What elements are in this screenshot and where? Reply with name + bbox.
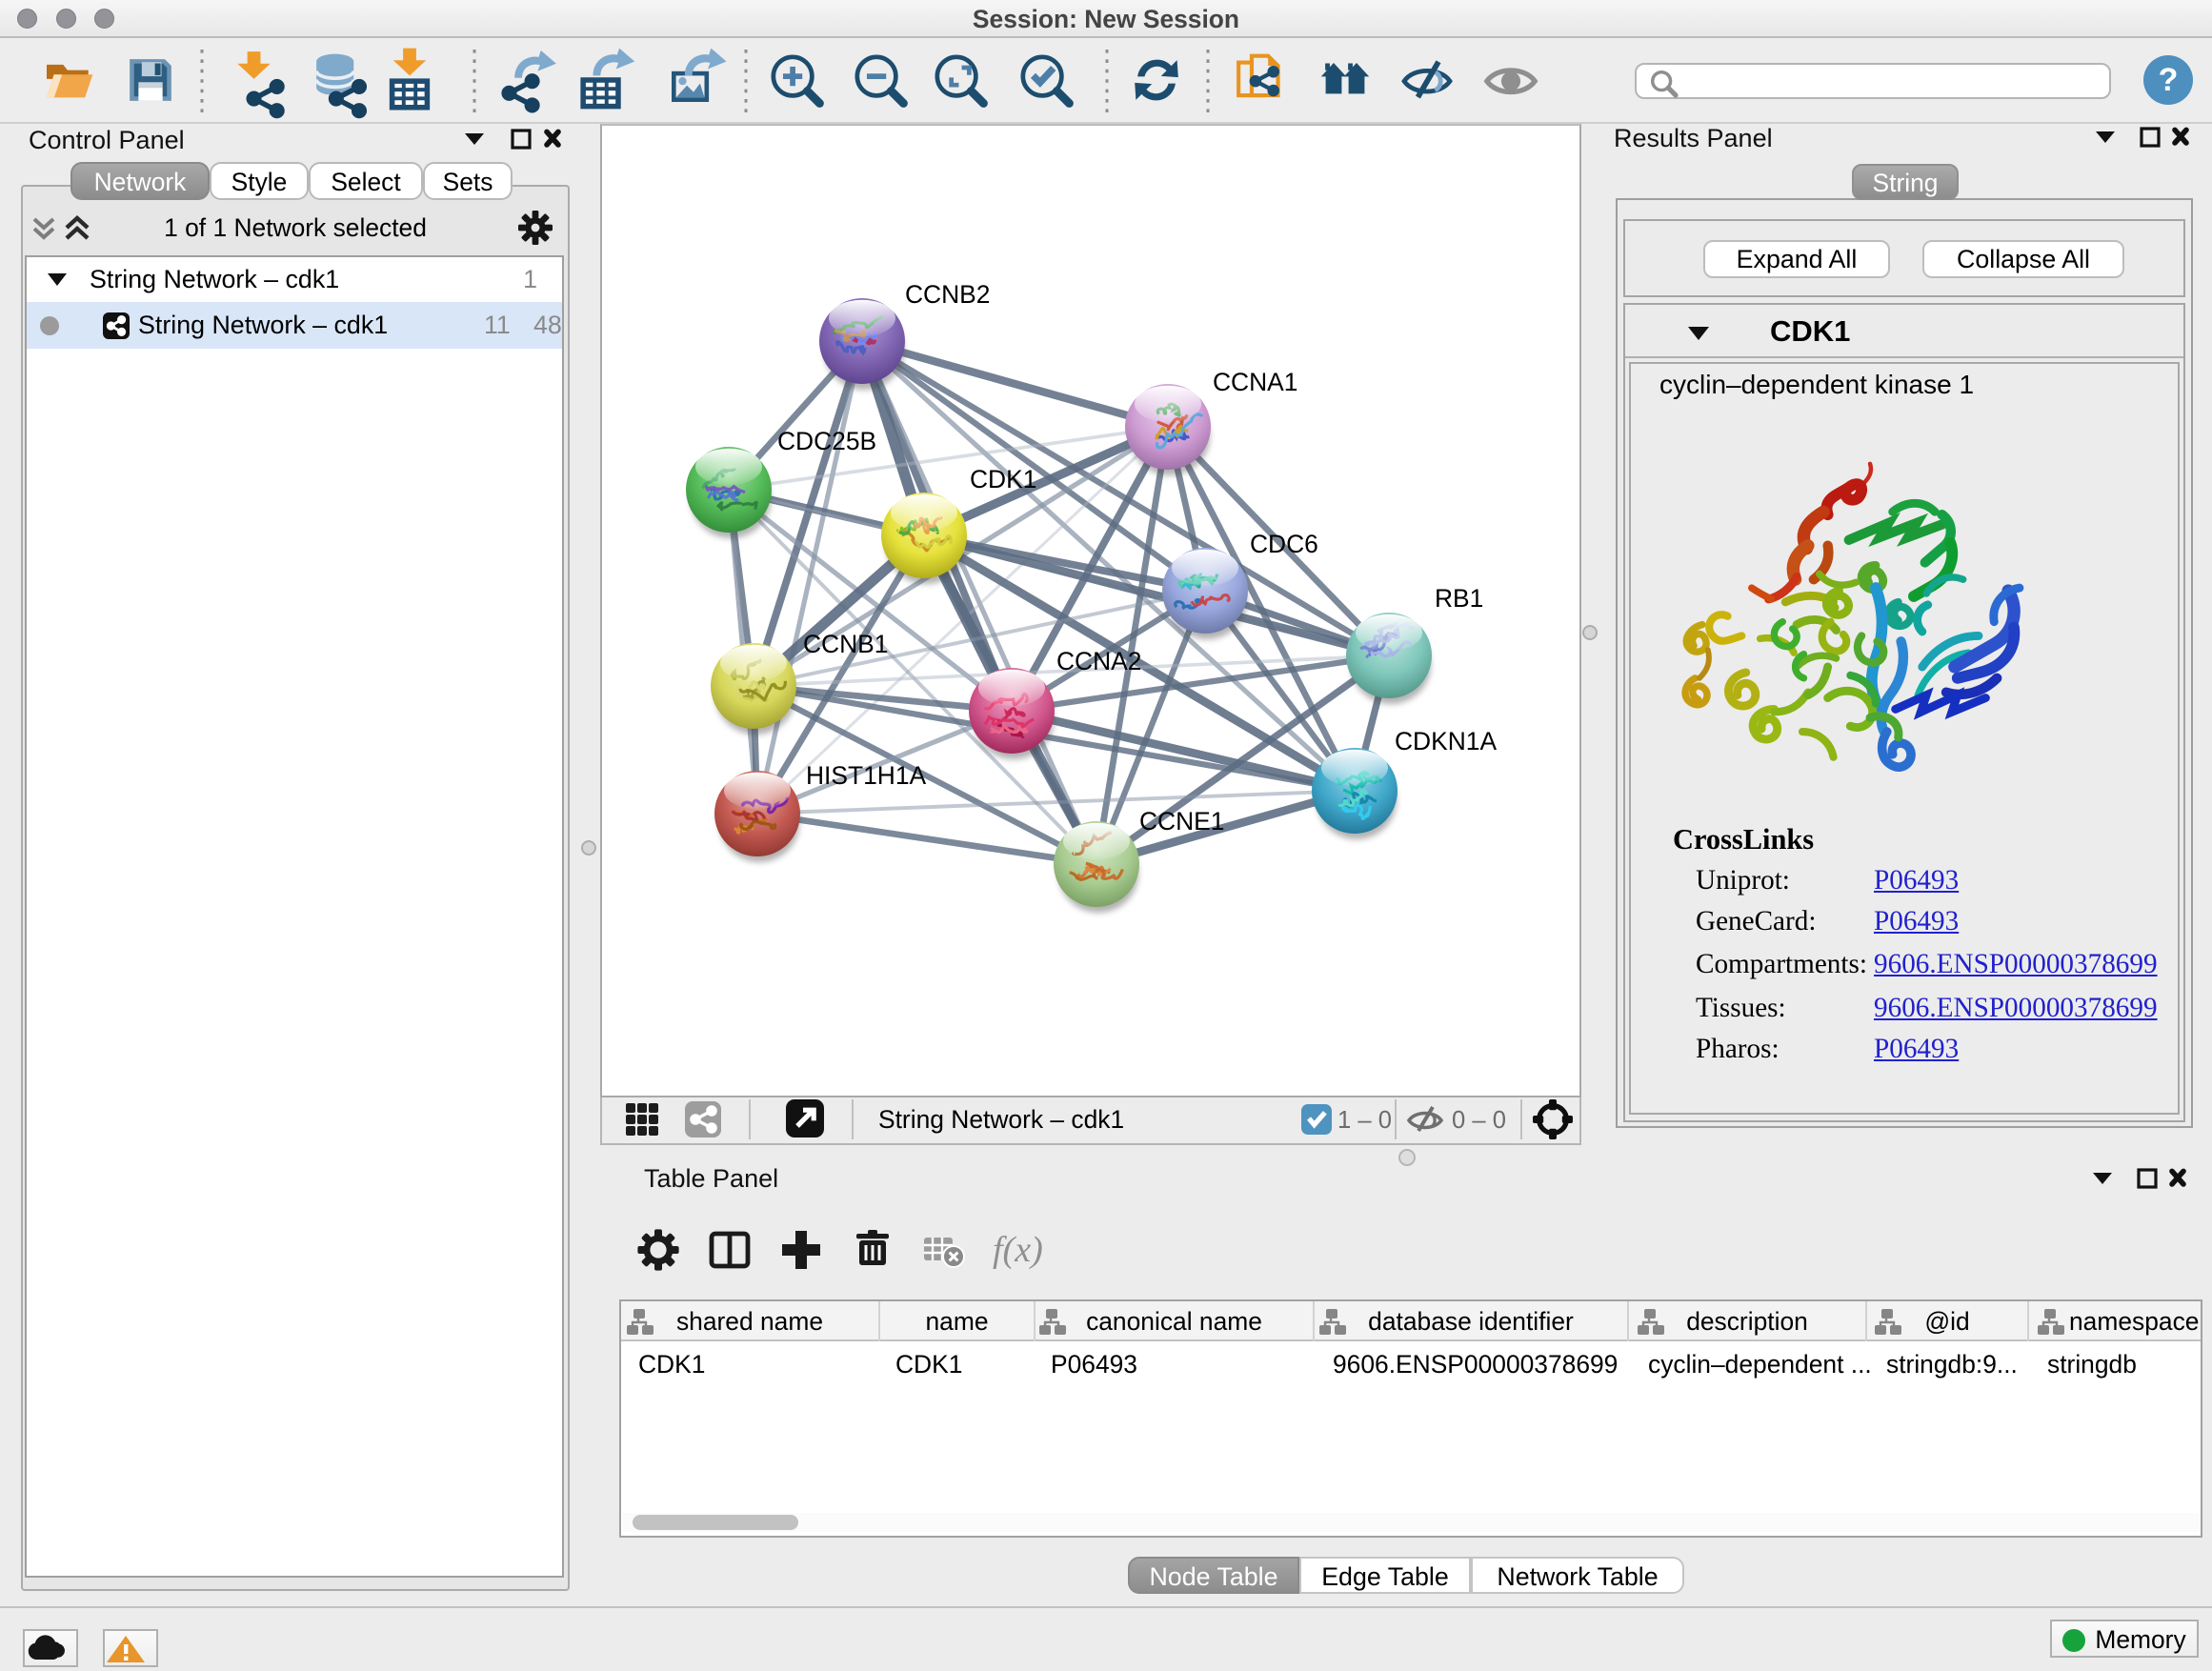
svg-text:CDC6: CDC6 — [1250, 530, 1318, 558]
svg-text:CCNB2: CCNB2 — [905, 280, 990, 309]
svg-text:1 – 0: 1 – 0 — [1337, 1107, 1392, 1134]
svg-text:CCNE1: CCNE1 — [1139, 807, 1224, 836]
svg-text:CDKN1A: CDKN1A — [1395, 727, 1497, 755]
svg-text:RB1: RB1 — [1435, 584, 1483, 613]
svg-text:HIST1H1A: HIST1H1A — [806, 761, 927, 790]
svg-text:CCNB1: CCNB1 — [803, 630, 888, 658]
svg-text:f(x): f(x) — [993, 1230, 1043, 1270]
svg-text:String Network – cdk1: String Network – cdk1 — [878, 1105, 1124, 1134]
svg-text:0 – 0: 0 – 0 — [1452, 1107, 1506, 1134]
svg-text:CCNA1: CCNA1 — [1213, 368, 1297, 396]
svg-text:1 of 1 Network selected: 1 of 1 Network selected — [164, 213, 427, 242]
svg-text:CDK1: CDK1 — [970, 465, 1036, 493]
svg-text:CDC25B: CDC25B — [777, 427, 876, 455]
svg-text:CCNA2: CCNA2 — [1056, 647, 1141, 675]
